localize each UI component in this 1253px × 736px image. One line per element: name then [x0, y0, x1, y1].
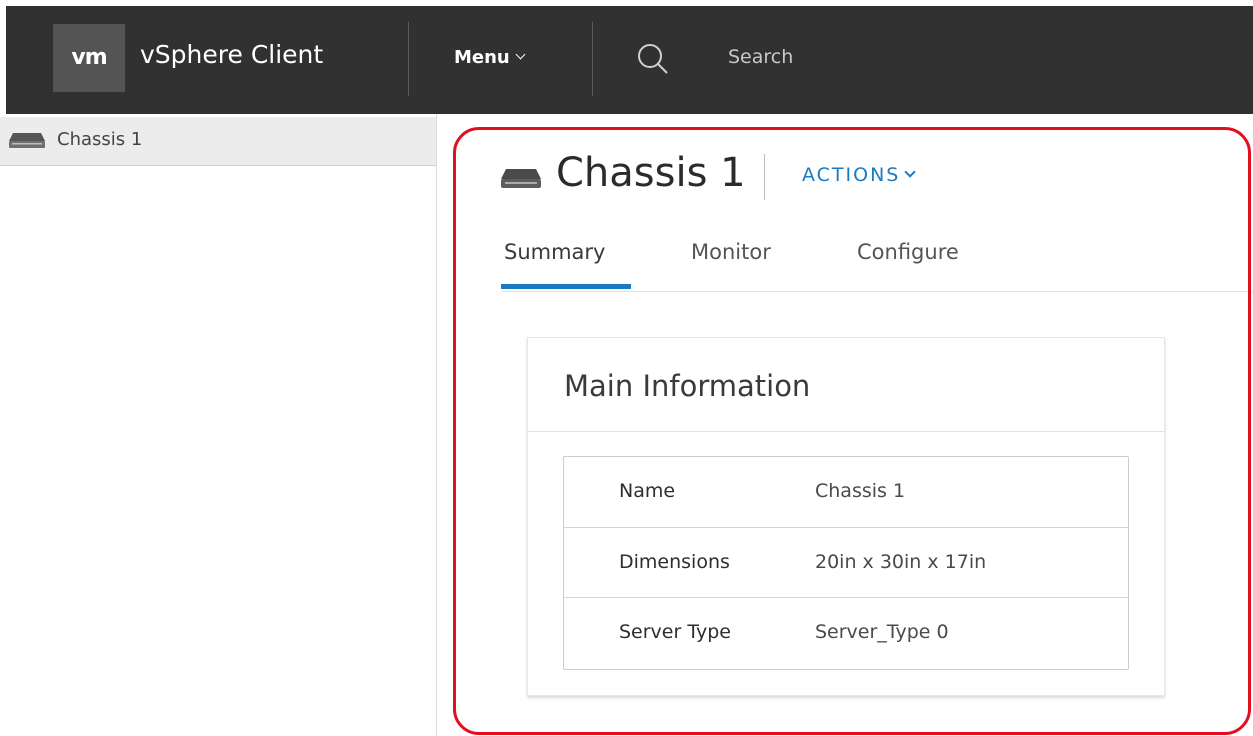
row-value: 20in x 30in x 17in — [815, 551, 987, 573]
row-value: Chassis 1 — [815, 480, 906, 502]
main-information-card: Main Information Name Chassis 1 Dimensio… — [527, 337, 1165, 696]
row-value: Server_Type 0 — [815, 621, 949, 643]
tabs-divider — [501, 291, 1253, 292]
chassis-icon — [501, 169, 541, 188]
app-title[interactable]: vSphere Client — [140, 40, 323, 69]
table-row: Dimensions 20in x 30in x 17in — [564, 527, 1128, 598]
main-content: Chassis 1 ACTIONS Summary Monitor Config… — [437, 114, 1253, 736]
chevron-down-icon — [904, 166, 917, 178]
chassis-icon — [9, 133, 45, 148]
table-row: Name Chassis 1 — [564, 457, 1128, 527]
table-row: Server Type Server_Type 0 — [564, 597, 1128, 668]
page-title: Chassis 1 — [556, 150, 746, 196]
chevron-down-icon — [515, 49, 526, 60]
tree-item-chassis-1[interactable]: Chassis 1 — [0, 117, 436, 166]
vmware-logo[interactable]: vm — [53, 24, 125, 92]
menu-button[interactable]: Menu — [454, 47, 526, 68]
info-table: Name Chassis 1 Dimensions 20in x 30in x … — [563, 456, 1129, 670]
search-input[interactable]: Search — [728, 46, 793, 68]
top-header-bar: vm vSphere Client Menu Search — [6, 6, 1253, 114]
tab-monitor[interactable]: Monitor — [691, 240, 771, 264]
tab-configure[interactable]: Configure — [857, 240, 959, 264]
active-tab-indicator — [501, 284, 631, 289]
card-title: Main Information — [564, 369, 811, 403]
row-key: Dimensions — [619, 551, 730, 573]
title-divider — [764, 154, 765, 200]
row-key: Name — [619, 480, 676, 502]
header-divider — [408, 22, 409, 96]
menu-button-label: Menu — [454, 47, 510, 68]
header-divider — [592, 22, 593, 96]
actions-button-label: ACTIONS — [802, 164, 901, 186]
tree-item-label: Chassis 1 — [57, 129, 143, 150]
inventory-tree-panel: Chassis 1 — [0, 114, 437, 736]
actions-button[interactable]: ACTIONS — [802, 164, 917, 186]
search-icon[interactable] — [634, 40, 674, 80]
row-key: Server Type — [619, 621, 731, 643]
tab-summary[interactable]: Summary — [504, 240, 605, 264]
card-divider — [528, 431, 1164, 432]
